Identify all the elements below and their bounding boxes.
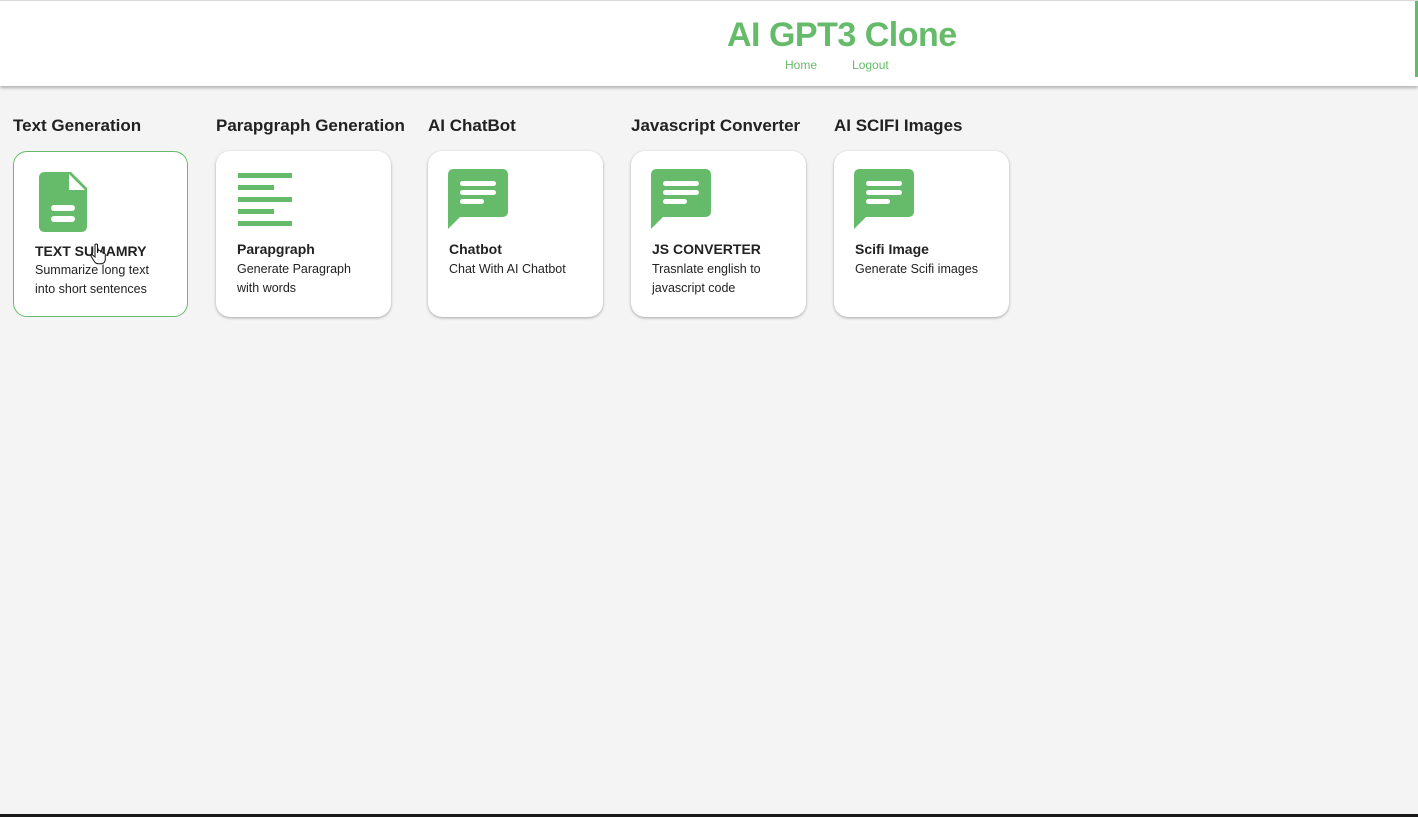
- card-chatbot[interactable]: Chatbot Chat With AI Chatbot: [428, 151, 603, 317]
- hand-pointer-cursor-icon: [90, 243, 108, 270]
- section-heading-text-generation: Text Generation: [13, 116, 142, 135]
- card-title: Parapgraph: [237, 241, 315, 257]
- card-js-converter[interactable]: JS CONVERTER Trasnlate english to javasc…: [631, 151, 806, 317]
- top-nav: Home Logout: [785, 58, 889, 72]
- app-title: AI GPT3 Clone: [727, 16, 957, 54]
- card-title: Chatbot: [449, 241, 502, 257]
- card-description: Generate Scifi images: [855, 262, 978, 276]
- card-title: Scifi Image: [855, 241, 929, 257]
- page: AI GPT3 Clone Home Logout Text Generatio…: [0, 0, 1418, 817]
- card-text-summary[interactable]: TEXT SUMAMRY Summarize long text into sh…: [13, 151, 188, 317]
- card-description: Chat With AI Chatbot: [449, 262, 566, 276]
- section-heading-ai-chatbot: AI ChatBot: [428, 116, 516, 135]
- section-heading-javascript-converter: Javascript Converter: [631, 116, 801, 135]
- card-paragraph[interactable]: Parapgraph Generate Paragraph with words: [216, 151, 391, 317]
- chat-icon: [651, 169, 711, 234]
- card-description: Generate Paragraph with words: [237, 262, 351, 295]
- section-heading-ai-scifi-images: AI SCIFI Images: [834, 116, 963, 135]
- chat-icon: [854, 169, 914, 234]
- card-description: Trasnlate english to javascript code: [652, 262, 761, 295]
- section-heading-paragraph-generation: Parapgraph Generation: [216, 116, 405, 135]
- card-scifi-image[interactable]: Scifi Image Generate Scifi images: [834, 151, 1009, 317]
- nav-home-link[interactable]: Home: [785, 58, 817, 72]
- chat-icon: [448, 169, 508, 234]
- nav-logout-link[interactable]: Logout: [852, 58, 889, 72]
- app-header: AI GPT3 Clone Home Logout: [0, 0, 1418, 86]
- card-title: JS CONVERTER: [652, 241, 761, 257]
- paragraph-align-icon: [238, 173, 292, 232]
- document-icon: [39, 172, 87, 237]
